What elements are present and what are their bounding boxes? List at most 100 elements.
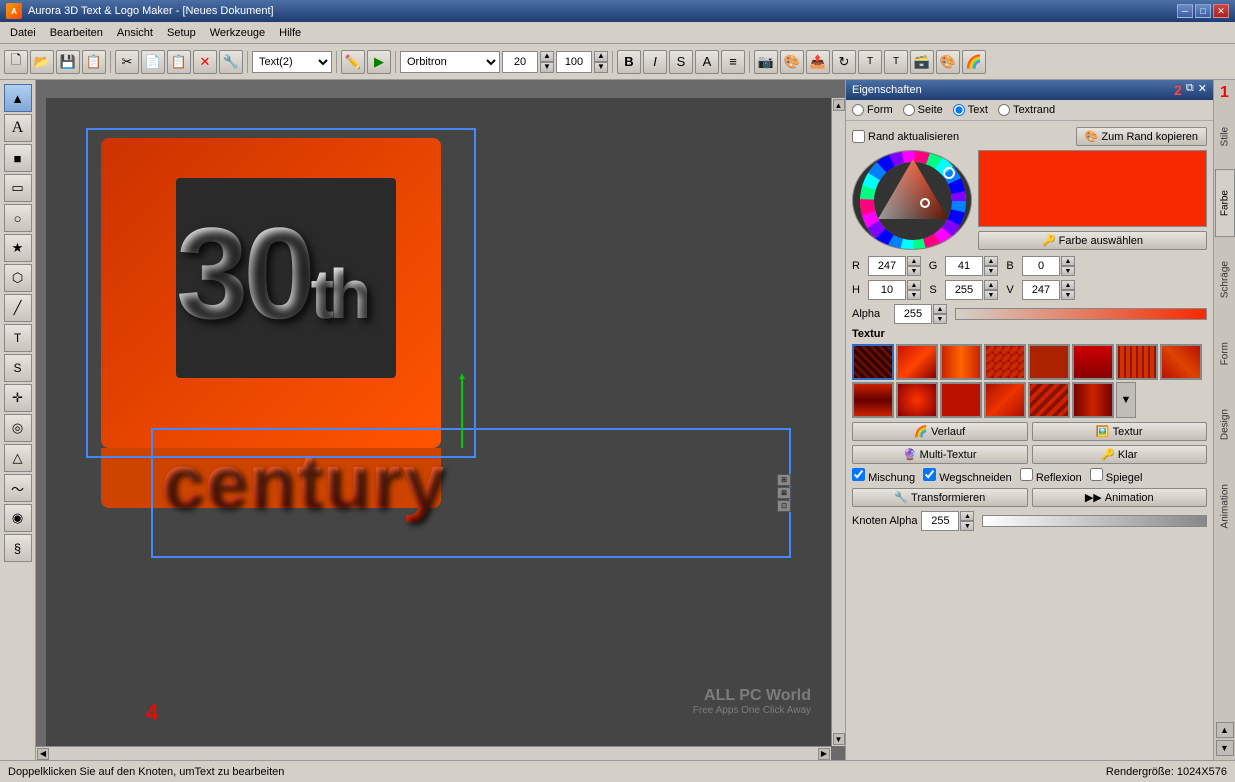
object-selector[interactable]: Text(2) — [252, 51, 332, 73]
b-up[interactable]: ▲ — [1061, 256, 1075, 266]
alpha-input[interactable] — [894, 304, 932, 324]
paste-button[interactable]: 📋 — [167, 50, 191, 74]
r-spinners[interactable]: ▲ ▼ — [907, 256, 921, 276]
s-up[interactable]: ▲ — [984, 280, 998, 290]
color-wheel[interactable] — [852, 150, 972, 250]
g-input[interactable] — [945, 256, 983, 276]
v-spin[interactable]: ▲ ▼ — [1022, 280, 1075, 300]
rand-check-label[interactable]: Rand aktualisieren — [852, 130, 959, 143]
texture-5[interactable] — [1072, 344, 1114, 380]
s-tool[interactable]: S — [4, 354, 32, 382]
v-up[interactable]: ▲ — [1061, 280, 1075, 290]
g-up[interactable]: ▲ — [984, 256, 998, 266]
side-scroll-up[interactable]: ▲ — [1216, 722, 1234, 738]
h-up[interactable]: ▲ — [907, 280, 921, 290]
rand-checkbox[interactable] — [852, 130, 865, 143]
wegschneiden-label[interactable]: Wegschneiden — [923, 468, 1012, 484]
v-down[interactable]: ▼ — [1061, 290, 1075, 300]
shadow-button[interactable]: A — [695, 50, 719, 74]
cut-button[interactable]: ✂ — [115, 50, 139, 74]
texture-more-btn[interactable]: ▼ — [1116, 382, 1136, 418]
r-input[interactable] — [868, 256, 906, 276]
r-spin[interactable]: ▲ ▼ — [868, 256, 921, 276]
tab-design[interactable]: Design — [1215, 388, 1235, 461]
opacity-spinner[interactable]: ▲ ▼ — [594, 51, 608, 73]
menu-setup[interactable]: Setup — [161, 25, 202, 41]
mischung-label[interactable]: Mischung — [852, 468, 915, 484]
texture-11[interactable] — [984, 382, 1026, 418]
opacity-up[interactable]: ▲ — [594, 51, 608, 62]
spiral-tool[interactable]: ◉ — [4, 504, 32, 532]
minimize-button[interactable]: ─ — [1177, 4, 1193, 18]
polygon-tool[interactable]: ⬡ — [4, 264, 32, 292]
tab-schraege[interactable]: Schräge — [1215, 240, 1235, 319]
save-button[interactable]: 💾 — [56, 50, 80, 74]
edit-button[interactable]: ✏️ — [341, 50, 365, 74]
alpha-down[interactable]: ▼ — [933, 314, 947, 324]
g-down[interactable]: ▼ — [984, 266, 998, 276]
opacity-down[interactable]: ▼ — [594, 62, 608, 73]
reflexion-check[interactable] — [1020, 468, 1033, 481]
new-button[interactable]: 🗋 — [4, 50, 28, 74]
play-button[interactable]: ▶ — [367, 50, 391, 74]
texture-6[interactable] — [1116, 344, 1158, 380]
open-button[interactable]: 📂 — [30, 50, 54, 74]
texture-2[interactable] — [940, 344, 982, 380]
tab-stile[interactable]: Stile — [1215, 106, 1235, 167]
klar-button[interactable]: 🔑 Klar — [1032, 445, 1208, 464]
spiegel-label[interactable]: Spiegel — [1090, 468, 1143, 484]
cross-tool[interactable]: ✛ — [4, 384, 32, 412]
alpha-up[interactable]: ▲ — [933, 304, 947, 314]
menu-hilfe[interactable]: Hilfe — [273, 25, 307, 41]
s-spin[interactable]: ▲ ▼ — [945, 280, 998, 300]
texture-12[interactable] — [1028, 382, 1070, 418]
color2-button[interactable]: 🌈 — [962, 50, 986, 74]
texture-10[interactable] — [940, 382, 982, 418]
knoten-up[interactable]: ▲ — [960, 511, 974, 521]
v-input[interactable] — [1022, 280, 1060, 300]
tab-form[interactable]: Form — [852, 104, 893, 116]
s-spinners[interactable]: ▲ ▼ — [984, 280, 998, 300]
transformieren-button[interactable]: 🔧 Transformieren — [852, 488, 1028, 507]
texture-1[interactable] — [896, 344, 938, 380]
wegschneiden-check[interactable] — [923, 468, 936, 481]
font-size-down[interactable]: ▼ — [540, 62, 554, 73]
h-spinners[interactable]: ▲ ▼ — [907, 280, 921, 300]
h-input[interactable] — [868, 280, 906, 300]
b-down[interactable]: ▼ — [1061, 266, 1075, 276]
h-spin[interactable]: ▲ ▼ — [868, 280, 921, 300]
rect-tool[interactable]: ■ — [4, 144, 32, 172]
s-input[interactable] — [945, 280, 983, 300]
save-as-button[interactable]: 📋 — [82, 50, 106, 74]
export-button[interactable]: 📤 — [806, 50, 830, 74]
texture-4[interactable] — [1028, 344, 1070, 380]
triangle-tool[interactable]: △ — [4, 444, 32, 472]
wave-tool[interactable]: 〜 — [4, 474, 32, 502]
alpha-slider[interactable] — [955, 308, 1207, 320]
panel-close-btn[interactable]: ✕ — [1198, 82, 1207, 98]
select-tool[interactable]: ▲ — [4, 84, 32, 112]
text-tool[interactable]: A — [4, 114, 32, 142]
font-size-spinner[interactable]: ▲ ▼ — [540, 51, 554, 73]
knoten-input[interactable] — [921, 511, 959, 531]
knoten-down[interactable]: ▼ — [960, 521, 974, 531]
special-tool[interactable]: § — [4, 534, 32, 562]
multi-textur-button[interactable]: 🔮 Multi-Textur — [852, 445, 1028, 464]
opacity-input[interactable] — [556, 51, 592, 73]
tab-seite[interactable]: Seite — [903, 104, 943, 116]
line-tool[interactable]: ╱ — [4, 294, 32, 322]
g-spinners[interactable]: ▲ ▼ — [984, 256, 998, 276]
color-preview[interactable] — [978, 150, 1207, 227]
font-size-input[interactable] — [502, 51, 538, 73]
farbe-auswaehlen-button[interactable]: 🔑 Farbe auswählen — [978, 231, 1207, 250]
tab-form[interactable]: Form — [1215, 321, 1235, 386]
camera-button[interactable]: 📷 — [754, 50, 778, 74]
verlauf-button[interactable]: 🌈 Verlauf — [852, 422, 1028, 441]
texture-8[interactable] — [852, 382, 894, 418]
rotate-button[interactable]: ↻ — [832, 50, 856, 74]
star-tool[interactable]: ★ — [4, 234, 32, 262]
texture-3[interactable] — [984, 344, 1026, 380]
texture-0[interactable] — [852, 344, 894, 380]
menu-ansicht[interactable]: Ansicht — [111, 25, 159, 41]
font-size-up[interactable]: ▲ — [540, 51, 554, 62]
